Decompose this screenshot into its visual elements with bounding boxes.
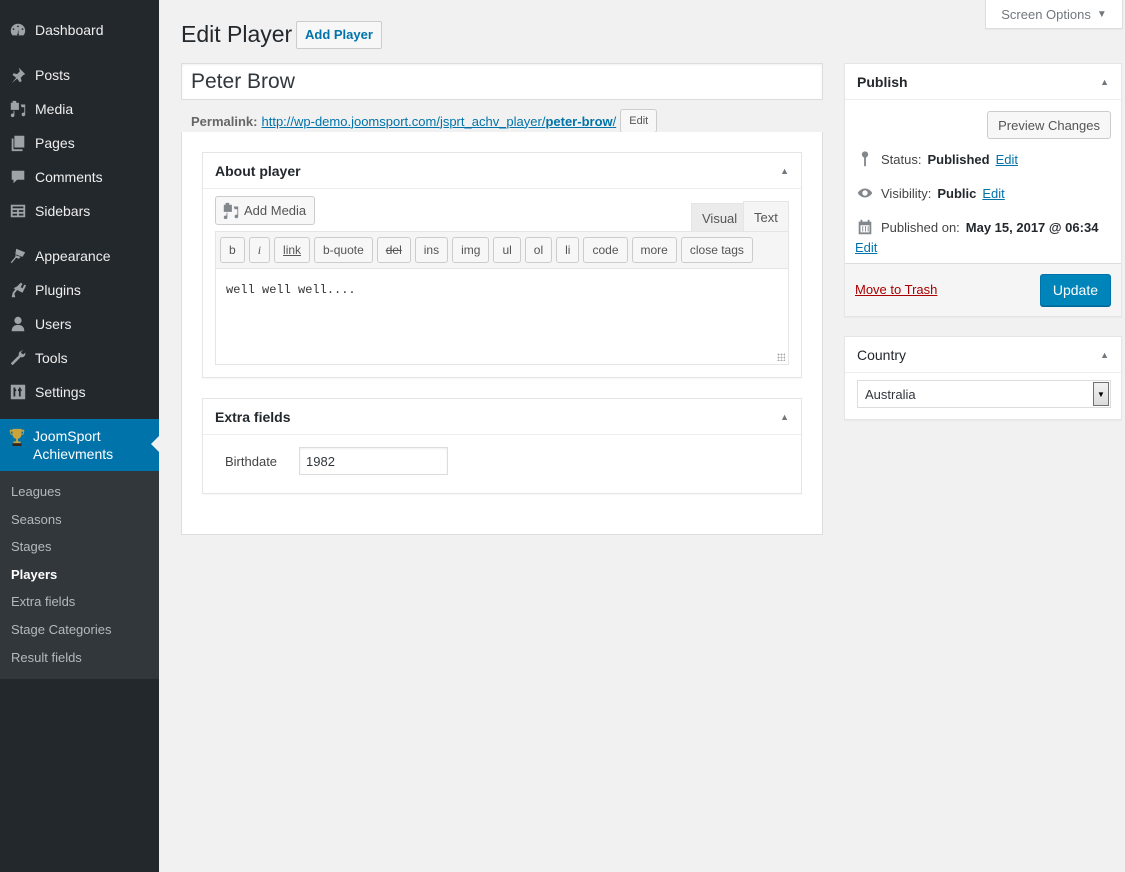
tab-text[interactable]: Text	[743, 201, 789, 232]
post-title-input[interactable]	[181, 63, 823, 100]
submenu-item-players[interactable]: Players	[0, 561, 159, 589]
sidebar-item-media[interactable]: Media	[0, 92, 159, 126]
current-menu-arrow	[151, 436, 159, 452]
admin-sidebar: Dashboard Posts Media Pages Comments Sid…	[0, 0, 159, 872]
pages-icon	[8, 133, 28, 153]
visibility-row: Visibility: Public Edit	[855, 184, 1005, 202]
quicktags-toolbar: b i link b-quote del ins img ul ol li co…	[215, 231, 789, 268]
qt-img-button[interactable]: img	[452, 237, 490, 263]
dropdown-arrow-icon[interactable]: ▼	[1093, 382, 1109, 406]
collapse-arrow-icon[interactable]: ▲	[780, 166, 789, 176]
about-player-box: About player ▲ Add Media Visual Text b i…	[202, 152, 802, 378]
status-row: Status: Published Edit	[855, 150, 1018, 168]
sidebar-item-plugins[interactable]: Plugins	[0, 273, 159, 307]
wrench-icon	[8, 348, 28, 368]
extra-fields-body: Birthdate	[203, 435, 801, 487]
main-content-box: About player ▲ Add Media Visual Text b i…	[181, 132, 823, 535]
add-player-button[interactable]: Add Player	[296, 21, 382, 49]
dashboard-icon	[8, 20, 28, 40]
qt-del-button[interactable]: del	[376, 237, 411, 263]
submenu-item-extra-fields[interactable]: Extra fields	[0, 588, 159, 616]
trophy-icon	[8, 427, 26, 447]
birthdate-input[interactable]	[299, 447, 449, 475]
qt-blockquote-button[interactable]: b-quote	[314, 237, 373, 263]
add-media-button[interactable]: Add Media	[215, 196, 316, 225]
about-player-header[interactable]: About player ▲	[203, 153, 801, 189]
sidebar-item-appearance[interactable]: Appearance	[0, 239, 159, 273]
tab-visual[interactable]: Visual	[691, 203, 749, 232]
collapse-arrow-icon[interactable]: ▲	[1100, 77, 1109, 87]
submenu-item-leagues[interactable]: Leagues	[0, 478, 159, 506]
move-to-trash-link[interactable]: Move to Trash	[855, 282, 937, 297]
collapse-arrow-icon[interactable]: ▲	[1100, 350, 1109, 360]
submenu-item-seasons[interactable]: Seasons	[0, 506, 159, 534]
preview-changes-button[interactable]: Preview Changes	[987, 111, 1111, 139]
sidebars-icon	[8, 201, 28, 221]
submenu-item-stages[interactable]: Stages	[0, 533, 159, 561]
sidebar-item-dashboard[interactable]: Dashboard	[0, 13, 159, 47]
sidebar-item-tools[interactable]: Tools	[0, 341, 159, 375]
permalink-label: Permalink:	[191, 113, 258, 129]
qt-close-tags-button[interactable]: close tags	[680, 237, 753, 263]
settings-icon	[8, 382, 28, 402]
country-box: Country ▲ Australia ▼	[844, 336, 1122, 420]
extra-fields-header[interactable]: Extra fields ▲	[203, 399, 801, 435]
content-textarea[interactable]: well well well....	[215, 268, 789, 365]
sidebar-item-users[interactable]: Users	[0, 307, 159, 341]
resize-handle[interactable]	[777, 353, 785, 361]
plug-icon	[8, 280, 28, 300]
qt-ol-button[interactable]: ol	[524, 237, 553, 263]
qt-li-button[interactable]: li	[556, 237, 580, 263]
edit-date-link[interactable]: Edit	[855, 240, 877, 255]
qt-link-button[interactable]: link	[274, 237, 311, 263]
edit-status-link[interactable]: Edit	[996, 152, 1018, 167]
calendar-icon	[855, 218, 875, 236]
sidebar-item-comments[interactable]: Comments	[0, 160, 159, 194]
pin-icon	[8, 65, 28, 85]
qt-more-button[interactable]: more	[631, 237, 677, 263]
qt-ins-button[interactable]: ins	[414, 237, 449, 263]
permalink-link[interactable]: http://wp-demo.joomsport.com/jsprt_achv_…	[261, 114, 616, 129]
qt-bold-button[interactable]: b	[220, 237, 245, 263]
caret-down-icon: ▼	[1096, 8, 1107, 20]
eye-icon	[855, 184, 875, 202]
published-on-row: Published on: May 15, 2017 @ 06:34	[855, 218, 1098, 236]
screen-options-button[interactable]: Screen Options ▼	[985, 0, 1123, 29]
user-icon	[8, 314, 28, 334]
birthdate-label: Birthdate	[225, 453, 278, 469]
collapse-arrow-icon[interactable]: ▲	[780, 412, 789, 422]
country-select[interactable]: Australia ▼	[857, 380, 1111, 408]
extra-fields-box: Extra fields ▲ Birthdate	[202, 398, 802, 494]
publish-actions: Move to Trash Update	[845, 263, 1121, 316]
brush-icon	[8, 246, 28, 266]
qt-italic-button[interactable]: i	[248, 237, 271, 263]
media-icon	[223, 202, 239, 219]
sidebar-item-sidebars[interactable]: Sidebars	[0, 194, 159, 228]
permalink-row: Permalink: http://wp-demo.joomsport.com/…	[191, 109, 658, 133]
sidebar-item-posts[interactable]: Posts	[0, 58, 159, 92]
update-button[interactable]: Update	[1039, 274, 1111, 306]
page-title: Edit Player	[181, 21, 293, 47]
qt-ul-button[interactable]: ul	[493, 237, 521, 263]
submenu: Leagues Seasons Stages Players Extra fie…	[0, 471, 159, 679]
sidebar-item-settings[interactable]: Settings	[0, 375, 159, 409]
publish-header[interactable]: Publish ▲	[845, 64, 1121, 100]
sidebar-item-joomsport-achievments[interactable]: JoomSport Achievments	[0, 419, 159, 471]
sidebar-item-pages[interactable]: Pages	[0, 126, 159, 160]
media-icon	[8, 99, 28, 119]
comment-icon	[8, 167, 28, 187]
country-header[interactable]: Country ▲	[845, 337, 1121, 373]
publish-box: Publish ▲ Preview Changes Status: Publis…	[844, 63, 1122, 317]
edit-permalink-button[interactable]: Edit	[620, 109, 658, 133]
pin-icon	[855, 150, 875, 168]
edit-visibility-link[interactable]: Edit	[982, 186, 1004, 201]
submenu-item-result-fields[interactable]: Result fields	[0, 644, 159, 672]
qt-code-button[interactable]: code	[583, 237, 628, 263]
submenu-item-stage-categories[interactable]: Stage Categories	[0, 616, 159, 644]
